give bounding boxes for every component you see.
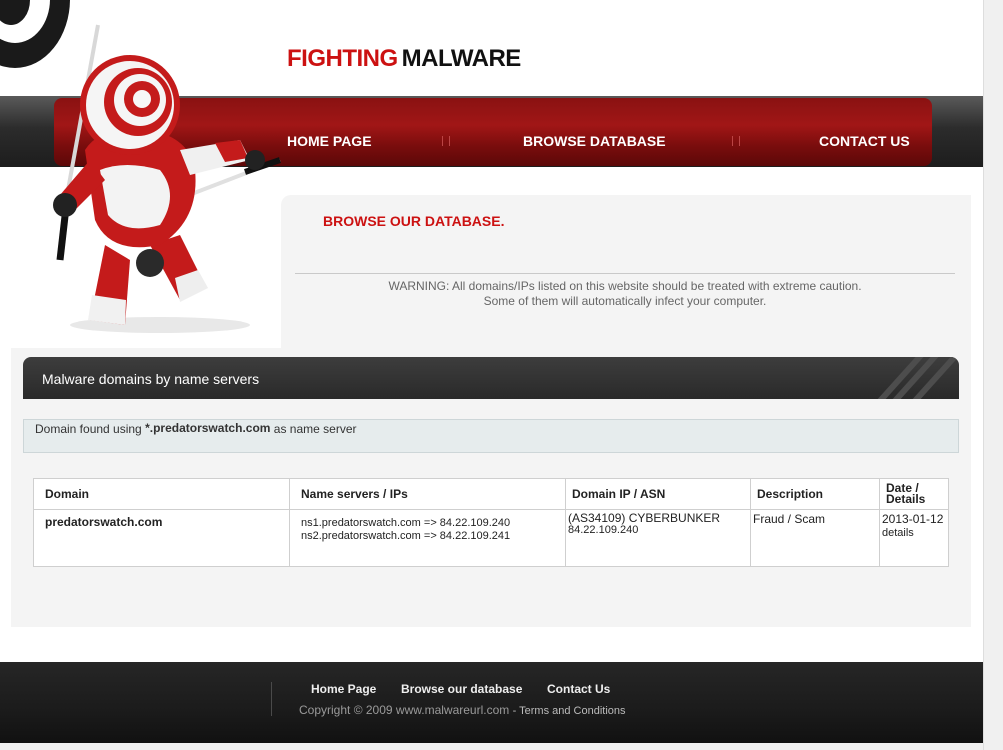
header-description: Description bbox=[750, 478, 880, 510]
window-bottom-edge bbox=[0, 743, 983, 750]
cell-description: Fraud / Scam bbox=[750, 509, 880, 567]
search-notice: Domain found using *.predatorswatch.com … bbox=[23, 419, 959, 453]
divider bbox=[295, 273, 955, 274]
terms-link[interactable]: - Terms and Conditions bbox=[513, 705, 626, 717]
header-date: Date / Details bbox=[879, 478, 949, 510]
results-table: Domain Name servers / IPs Domain IP / AS… bbox=[33, 478, 949, 567]
footer-home-page-link[interactable]: Home Page bbox=[311, 682, 376, 696]
site-title-black: MALWARE bbox=[401, 45, 522, 72]
site-title: FIGHTING MALWARE bbox=[287, 45, 521, 73]
browse-heading: BROWSE OUR DATABASE. bbox=[323, 213, 505, 229]
warning-line-1: WARNING: All domains/IPs listed on this … bbox=[388, 279, 862, 293]
ns1-entry: ns1.predatorswatch.com => 84.22.109.240 bbox=[301, 517, 511, 529]
notice-prefix: Domain found using bbox=[35, 422, 146, 436]
cell-domain: predatorswatch.com bbox=[33, 509, 290, 567]
section-header: Malware domains by name servers bbox=[23, 357, 959, 399]
warning-line-2: Some of them will automatically infect y… bbox=[483, 294, 767, 308]
header-domain: Domain bbox=[33, 478, 290, 510]
site-title-red: FIGHTING bbox=[287, 45, 398, 72]
vertical-scrollbar[interactable] bbox=[983, 0, 1003, 750]
nav-separator bbox=[442, 136, 450, 146]
copyright-text: Copyright © 2009 www.malwareurl.com bbox=[299, 703, 510, 717]
ns2-entry: ns2.predatorswatch.com => 84.22.109.241 bbox=[301, 530, 511, 542]
table-header-row: Domain Name servers / IPs Domain IP / AS… bbox=[33, 478, 949, 510]
ip-value: 84.22.109.240 bbox=[568, 524, 639, 536]
cell-domain-ip: (AS34109) CYBERBUNKER 84.22.109.240 bbox=[565, 509, 751, 567]
section-title: Malware domains by name servers bbox=[42, 371, 260, 387]
cell-date: 2013-01-12 details bbox=[879, 509, 949, 567]
header-date-line2: Details bbox=[886, 492, 926, 506]
header-domain-ip: Domain IP / ASN bbox=[565, 478, 751, 510]
cell-name-servers: ns1.predatorswatch.com => 84.22.109.240 … bbox=[289, 509, 566, 567]
details-link[interactable]: details bbox=[882, 526, 946, 540]
table-row: predatorswatch.com ns1.predatorswatch.co… bbox=[33, 509, 949, 567]
copyright: Copyright © 2009 www.malwareurl.com - Te… bbox=[299, 703, 626, 717]
warning-text: WARNING: All domains/IPs listed on this … bbox=[295, 279, 955, 309]
footer-divider bbox=[271, 682, 272, 716]
notice-suffix: as name server bbox=[270, 422, 357, 436]
header-name-servers: Name servers / IPs bbox=[289, 478, 566, 510]
notice-nameserver: *.predatorswatch.com bbox=[145, 421, 271, 435]
nav-browse-database[interactable]: BROWSE DATABASE bbox=[523, 133, 666, 149]
nav-contact-us[interactable]: CONTACT US bbox=[819, 133, 910, 149]
date-value: 2013-01-12 bbox=[882, 512, 944, 526]
robot-ninja-illustration bbox=[53, 24, 281, 333]
nav-separator bbox=[732, 136, 740, 146]
footer-browse-database-link[interactable]: Browse our database bbox=[401, 682, 522, 696]
footer-contact-us-link[interactable]: Contact Us bbox=[547, 682, 610, 696]
asn-value: (AS34109) CYBERBUNKER bbox=[568, 511, 721, 525]
